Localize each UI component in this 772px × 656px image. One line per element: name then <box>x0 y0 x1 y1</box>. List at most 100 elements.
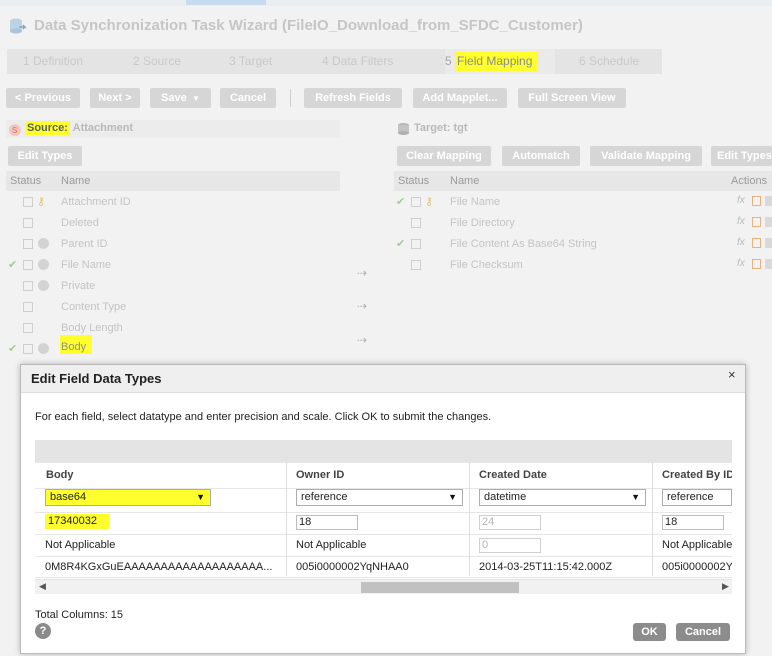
datatype-select-created-by-id[interactable]: reference <box>662 489 732 506</box>
svg-text:S: S <box>12 126 17 135</box>
lookup-icon[interactable] <box>752 259 761 269</box>
precision-input-body[interactable]: 17340032 <box>45 514 109 529</box>
gear-icon <box>38 280 49 291</box>
next-button[interactable]: Next > <box>90 88 140 108</box>
step-field-mapping[interactable]: 5 Field Mapping <box>445 49 555 74</box>
datatype-select-created-date-value: datetime <box>484 491 527 503</box>
top-strip-accent <box>186 0 266 5</box>
fx-icon[interactable]: fx <box>737 258 745 269</box>
step-data-filters[interactable]: 4 Data Filters <box>322 54 393 68</box>
field-doc-icon <box>23 323 33 333</box>
ok-button[interactable]: OK <box>633 623 666 641</box>
toolbar-separator <box>290 89 291 107</box>
source-field-file-name[interactable]: File Name <box>61 259 111 271</box>
step-source[interactable]: 2 Source <box>133 54 181 68</box>
validate-mapping-button[interactable]: Validate Mapping <box>590 146 702 166</box>
target-field-file-content[interactable]: File Content As Base64 String <box>450 238 597 250</box>
source-object-name: Attachment <box>72 122 134 134</box>
clear-mapping-button[interactable]: Clear Mapping <box>397 146 491 166</box>
precision-input-created-date[interactable]: 24 <box>479 515 541 530</box>
step-definition[interactable]: 1 Definition <box>23 54 83 68</box>
source-field-deleted[interactable]: Deleted <box>61 217 99 229</box>
salesforce-source-icon: S <box>9 124 21 136</box>
grid-col-divider <box>286 462 287 576</box>
source-field-body[interactable]: Body <box>60 335 93 354</box>
datatype-select-created-date[interactable]: datetime ▼ <box>479 489 646 506</box>
clear-icon[interactable] <box>765 259 772 269</box>
sample-created-by-id: 005i0000002Y <box>662 561 732 573</box>
horizontal-scrollbar[interactable]: ◀ ▶ <box>35 579 732 594</box>
source-field-private[interactable]: Private <box>61 280 95 292</box>
sample-created-date: 2014-03-25T11:15:42.000Z <box>479 561 613 573</box>
source-field-content-type[interactable]: Content Type <box>61 301 126 313</box>
source-col-status: Status <box>10 175 42 187</box>
target-title: Target: tgt <box>414 122 468 134</box>
field-doc-icon <box>23 218 33 228</box>
column-header-created-date: Created Date <box>479 469 547 481</box>
column-header-body: Body <box>46 469 74 481</box>
key-icon: ⚷ <box>425 196 434 208</box>
clear-icon[interactable] <box>765 196 772 206</box>
scale-created-by-id: Not Applicable <box>662 539 732 551</box>
target-field-file-name[interactable]: File Name <box>450 196 500 208</box>
step-schedule[interactable]: 6 Schedule <box>579 54 639 68</box>
fx-icon[interactable]: fx <box>737 216 745 227</box>
grid-toolbar-band <box>35 440 732 462</box>
full-screen-view-button[interactable]: Full Screen View <box>518 88 626 108</box>
scrollbar-thumb[interactable] <box>361 582 519 593</box>
grid-line <box>35 462 732 463</box>
source-title: Source: Attachment <box>25 121 134 135</box>
grid-line <box>35 512 732 513</box>
previous-button[interactable]: < Previous <box>6 88 80 108</box>
source-field-attachment-id[interactable]: Attachment ID <box>61 196 131 208</box>
chevron-down-icon: ▼ <box>189 94 200 103</box>
clear-icon[interactable] <box>765 217 772 227</box>
gear-icon <box>38 259 49 270</box>
target-edit-types-button[interactable]: Edit Types <box>711 146 772 166</box>
grid-col-divider <box>652 462 653 576</box>
step-target[interactable]: 3 Target <box>229 54 272 68</box>
sample-owner-id: 005i0000002YqNHAA0 <box>296 561 409 573</box>
source-label-prefix: Source: <box>25 121 70 135</box>
clear-icon[interactable] <box>765 238 772 248</box>
field-doc-icon <box>23 197 33 207</box>
automatch-button[interactable]: Automatch <box>502 146 580 166</box>
fx-icon[interactable]: fx <box>737 237 745 248</box>
precision-input-created-by-id[interactable]: 18 <box>662 515 724 530</box>
source-field-parent-id[interactable]: Parent ID <box>61 238 107 250</box>
target-field-file-checksum[interactable]: File Checksum <box>450 259 523 271</box>
sample-body: 0M8R4KGxGuEAAAAAAAAAAAAAAAAAAA... <box>45 561 273 573</box>
grid-line <box>35 577 732 578</box>
mapping-arrow-icon: ⇢ <box>357 266 368 280</box>
gear-icon <box>38 238 49 249</box>
datatype-select-body[interactable]: base64 ▼ <box>45 489 211 506</box>
lookup-icon[interactable] <box>752 217 761 227</box>
cancel-button[interactable]: Cancel <box>220 88 276 108</box>
lookup-icon[interactable] <box>752 238 761 248</box>
wizard-steps: 1 Definition 2 Source 3 Target 4 Data Fi… <box>7 49 662 74</box>
wizard-title: Data Synchronization Task Wizard (FileIO… <box>34 17 583 34</box>
edit-field-data-types-dialog: Edit Field Data Types × For each field, … <box>20 364 746 654</box>
close-icon[interactable]: × <box>728 367 736 382</box>
dialog-title: Edit Field Data Types <box>31 371 162 386</box>
fx-icon[interactable]: fx <box>737 195 745 206</box>
datatype-select-owner-id[interactable]: reference ▼ <box>296 489 463 506</box>
scroll-right-icon[interactable]: ▶ <box>722 581 729 592</box>
dialog-cancel-button[interactable]: Cancel <box>676 623 730 641</box>
add-mapplet-button[interactable]: Add Mapplet... <box>413 88 507 108</box>
help-icon[interactable]: ? <box>35 623 51 639</box>
scale-input-created-date[interactable]: 0 <box>479 538 541 553</box>
save-button-label: Save <box>161 92 187 104</box>
scroll-left-icon[interactable]: ◀ <box>39 581 46 592</box>
lookup-icon[interactable] <box>752 196 761 206</box>
source-edit-types-button[interactable]: Edit Types <box>8 146 82 166</box>
scale-owner-id: Not Applicable <box>296 539 367 551</box>
grid-col-divider <box>469 462 470 576</box>
source-field-body-length[interactable]: Body Length <box>61 322 123 334</box>
datatype-select-created-by-id-value: reference <box>667 491 714 503</box>
target-field-file-directory[interactable]: File Directory <box>450 217 515 229</box>
field-doc-icon <box>23 302 33 312</box>
save-button[interactable]: Save ▼ <box>150 88 211 108</box>
precision-input-owner-id[interactable]: 18 <box>296 515 358 530</box>
refresh-fields-button[interactable]: Refresh Fields <box>304 88 402 108</box>
